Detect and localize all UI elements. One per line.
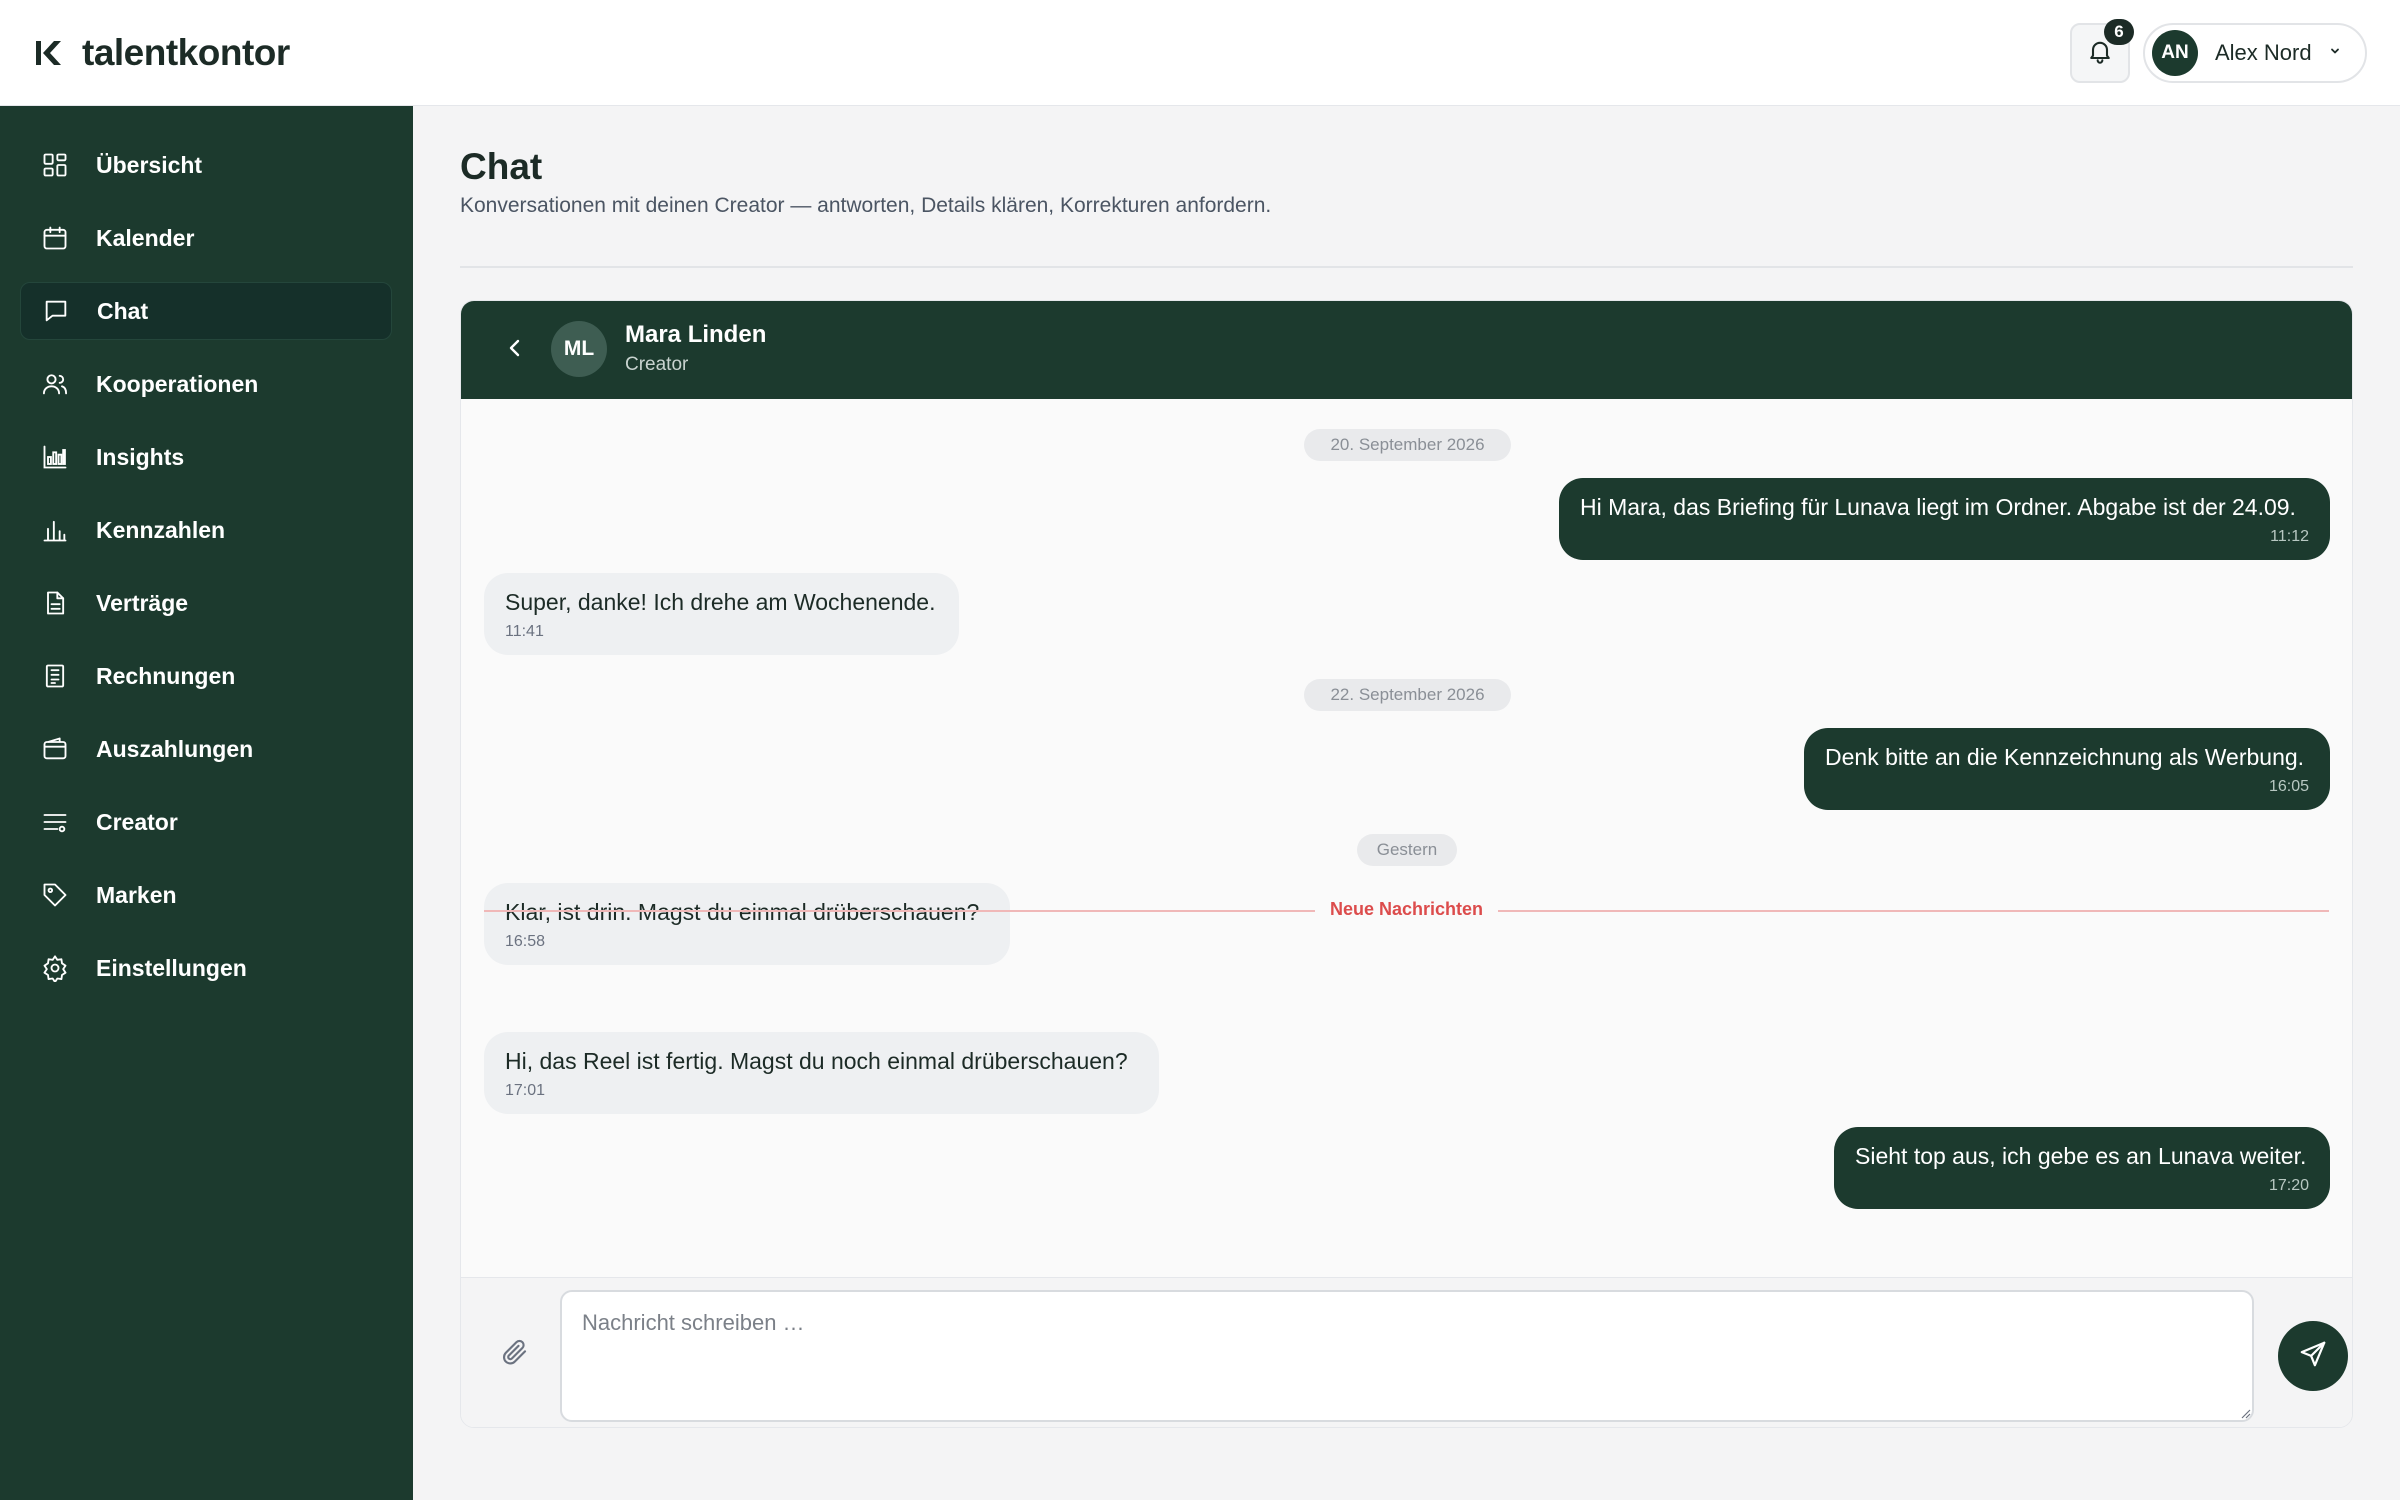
- sidebar-item-label: Kooperationen: [96, 370, 259, 397]
- chevron-down-icon: [2328, 44, 2342, 63]
- sidebar-item-insights[interactable]: Insights: [20, 428, 392, 486]
- bar-chart-icon: [40, 442, 70, 472]
- document-icon: [40, 588, 70, 618]
- sidebar-item-marken[interactable]: Marken: [20, 866, 392, 924]
- k-logo-icon: [34, 38, 64, 68]
- message-time: 11:12: [2270, 528, 2309, 545]
- message-time: 17:01: [505, 1082, 546, 1099]
- sidebar-item-uebersicht[interactable]: Übersicht: [20, 136, 392, 194]
- contact-name: Mara Linden: [625, 321, 767, 348]
- date-separator: 20. September 2026: [1304, 429, 1511, 461]
- sidebar-item-label: Creator: [96, 808, 178, 835]
- sidebar-item-label: Auszahlungen: [96, 735, 254, 762]
- page-title: Chat: [460, 146, 543, 187]
- wallet-icon: [40, 734, 70, 764]
- divider: [460, 266, 2353, 268]
- contact-avatar: ML: [551, 321, 607, 377]
- sidebar-item-label: Marken: [96, 881, 177, 908]
- sidebar-item-kooperationen[interactable]: Kooperationen: [20, 355, 392, 413]
- message-text: Sieht top aus, ich gebe es an Lunava wei…: [1855, 1143, 2307, 1169]
- back-button[interactable]: [497, 332, 533, 368]
- grid-icon: [40, 150, 70, 180]
- brand-name: talentkontor: [82, 32, 290, 73]
- metrics-icon: [40, 515, 70, 545]
- top-bar: talentkontor 6 AN Alex Nord: [0, 0, 2400, 106]
- sidebar-item-label: Übersicht: [96, 151, 203, 178]
- date-separator: Gestern: [1357, 834, 1457, 866]
- attach-button[interactable]: [497, 1336, 533, 1372]
- user-name: Alex Nord: [2215, 40, 2312, 65]
- send-button[interactable]: [2278, 1321, 2348, 1391]
- tag-icon: [40, 880, 70, 910]
- chat-header: ML Mara Linden Creator: [461, 301, 2352, 399]
- sidebar-item-label: Insights: [96, 443, 185, 470]
- date-separator: 22. September 2026: [1304, 679, 1511, 711]
- send-icon: [2298, 1339, 2328, 1374]
- sidebar-item-creator[interactable]: Creator: [20, 793, 392, 851]
- sidebar-item-vertraege[interactable]: Verträge: [20, 574, 392, 632]
- message-time: 11:41: [505, 623, 544, 640]
- new-messages-label: Neue Nachrichten: [1317, 899, 1496, 919]
- message-text: Hi Mara, das Briefing für Lunava liegt i…: [1580, 494, 2296, 520]
- main-content: Chat Konversationen mit deinen Creator —…: [413, 106, 2400, 1500]
- message-time: 16:05: [2268, 778, 2309, 795]
- contact-role: Creator: [625, 354, 689, 375]
- message-bubble-outgoing: Hi Mara, das Briefing für Lunava liegt i…: [1559, 478, 2330, 560]
- message-bubble-outgoing: Denk bitte an die Kennzeichnung als Werb…: [1804, 728, 2330, 810]
- message-composer: [461, 1277, 2352, 1427]
- sidebar-item-label: Kalender: [96, 224, 195, 251]
- message-text: Denk bitte an die Kennzeichnung als Werb…: [1825, 744, 2305, 770]
- sidebar-item-kennzahlen[interactable]: Kennzahlen: [20, 501, 392, 559]
- message-time: 16:58: [505, 933, 546, 950]
- user-avatar: AN: [2152, 30, 2198, 76]
- message-input[interactable]: [560, 1290, 2254, 1422]
- sidebar-item-label: Kennzahlen: [96, 516, 226, 543]
- sidebar-item-auszahlungen[interactable]: Auszahlungen: [20, 720, 392, 778]
- users-icon: [40, 369, 70, 399]
- sidebar-item-label: Rechnungen: [96, 662, 236, 689]
- message-text: Hi, das Reel ist fertig. Magst du noch e…: [505, 1048, 1128, 1074]
- sidebar-item-chat[interactable]: Chat: [20, 282, 392, 340]
- message-text: Super, danke! Ich drehe am Wochenende.: [505, 589, 936, 615]
- sidebar-item-rechnungen[interactable]: Rechnungen: [20, 647, 392, 705]
- sidebar-item-kalender[interactable]: Kalender: [20, 209, 392, 267]
- notifications-button[interactable]: 6: [2070, 19, 2134, 83]
- calendar-icon: [40, 223, 70, 253]
- sidebar: Übersicht Kalender Chat Kooperationen In…: [0, 106, 413, 1500]
- page-subtitle: Konversationen mit deinen Creator — antw…: [460, 194, 1272, 217]
- sidebar-item-einstellungen[interactable]: Einstellungen: [20, 939, 392, 997]
- chevron-left-icon: [504, 337, 526, 364]
- notification-count-badge: 6: [2104, 19, 2134, 45]
- receipt-icon: [40, 661, 70, 691]
- user-menu-button[interactable]: AN Alex Nord: [2143, 23, 2367, 83]
- sidebar-item-label: Verträge: [96, 589, 189, 616]
- message-bubble-incoming: Klar, ist drin. Magst du einmal drübersc…: [484, 883, 1010, 965]
- message-bubble-incoming: Hi, das Reel ist fertig. Magst du noch e…: [484, 1032, 1159, 1114]
- chat-icon: [41, 296, 71, 326]
- message-time: 17:20: [2268, 1177, 2309, 1194]
- paperclip-icon: [500, 1337, 530, 1372]
- sidebar-item-label: Einstellungen: [96, 954, 247, 981]
- gear-icon: [40, 953, 70, 983]
- new-messages-divider: Neue Nachrichten: [484, 899, 2329, 923]
- message-bubble-incoming: Super, danke! Ich drehe am Wochenende. 1…: [484, 573, 959, 655]
- list-filter-icon: [40, 807, 70, 837]
- resize-grip-icon[interactable]: [2239, 1406, 2251, 1419]
- chat-panel: ML Mara Linden Creator 20. September 202…: [460, 300, 2353, 1428]
- message-bubble-outgoing: Sieht top aus, ich gebe es an Lunava wei…: [1834, 1127, 2330, 1209]
- brand-logo[interactable]: talentkontor: [34, 30, 290, 76]
- sidebar-item-label: Chat: [97, 297, 149, 324]
